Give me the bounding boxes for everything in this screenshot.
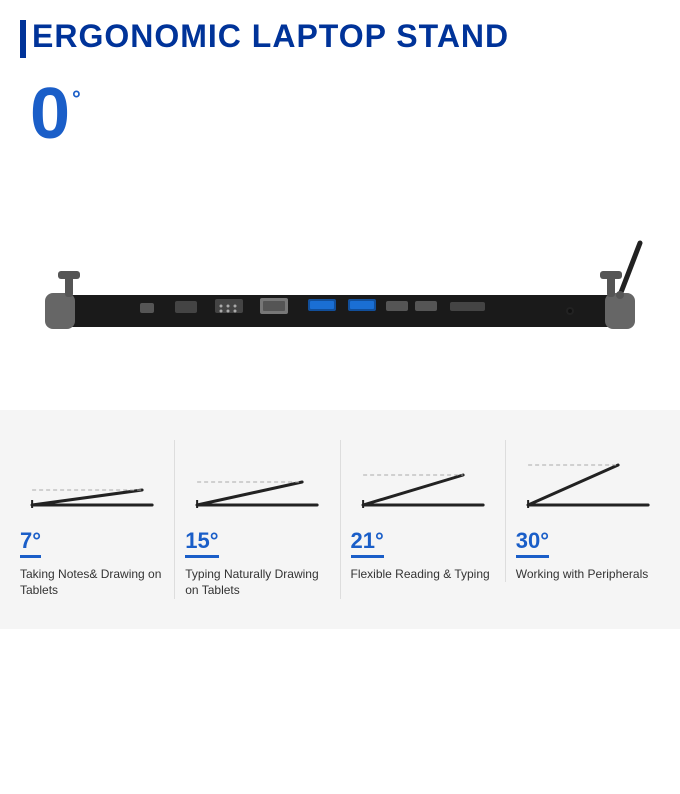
feature-angle-label-21: 21° [351, 530, 384, 558]
feature-item-30deg: 30° Working with Peripherals [506, 440, 670, 583]
feature-item-15deg: 15° Typing Naturally Drawing on Tablets [175, 440, 340, 600]
feature-item-21deg: 21° Flexible Reading & Typing [341, 440, 506, 583]
angle-diagram-30 [516, 440, 660, 520]
angle-display: 0 ° [30, 78, 81, 150]
feature-angle-label-30: 30° [516, 530, 549, 558]
feature-desc-7: Taking Notes& Drawing on Tablets [20, 566, 164, 600]
features-section: 7° Taking Notes& Drawing on Tablets 15° … [0, 410, 680, 630]
feature-angle-label-7: 7° [20, 530, 41, 558]
feature-item-7deg: 7° Taking Notes& Drawing on Tablets [10, 440, 175, 600]
feature-desc-15: Typing Naturally Drawing on Tablets [185, 566, 329, 600]
angle-degree-symbol: ° [72, 88, 81, 110]
product-image-section [0, 150, 680, 410]
header-section: ERGONOMIC LAPTOP STAND [0, 0, 680, 68]
angle-diagram-15 [185, 440, 329, 520]
feature-angle-label-15: 15° [185, 530, 218, 558]
angle-display-section: 0 ° [0, 68, 680, 150]
feature-desc-21: Flexible Reading & Typing [351, 566, 490, 583]
angle-diagram-7 [20, 440, 164, 520]
stand-illustration [30, 175, 650, 375]
title-bar-icon [20, 20, 26, 58]
page-title: ERGONOMIC LAPTOP STAND [20, 18, 660, 58]
angle-number: 0 [30, 78, 70, 150]
feature-desc-30: Working with Peripherals [516, 566, 649, 583]
angle-diagram-21 [351, 440, 495, 520]
